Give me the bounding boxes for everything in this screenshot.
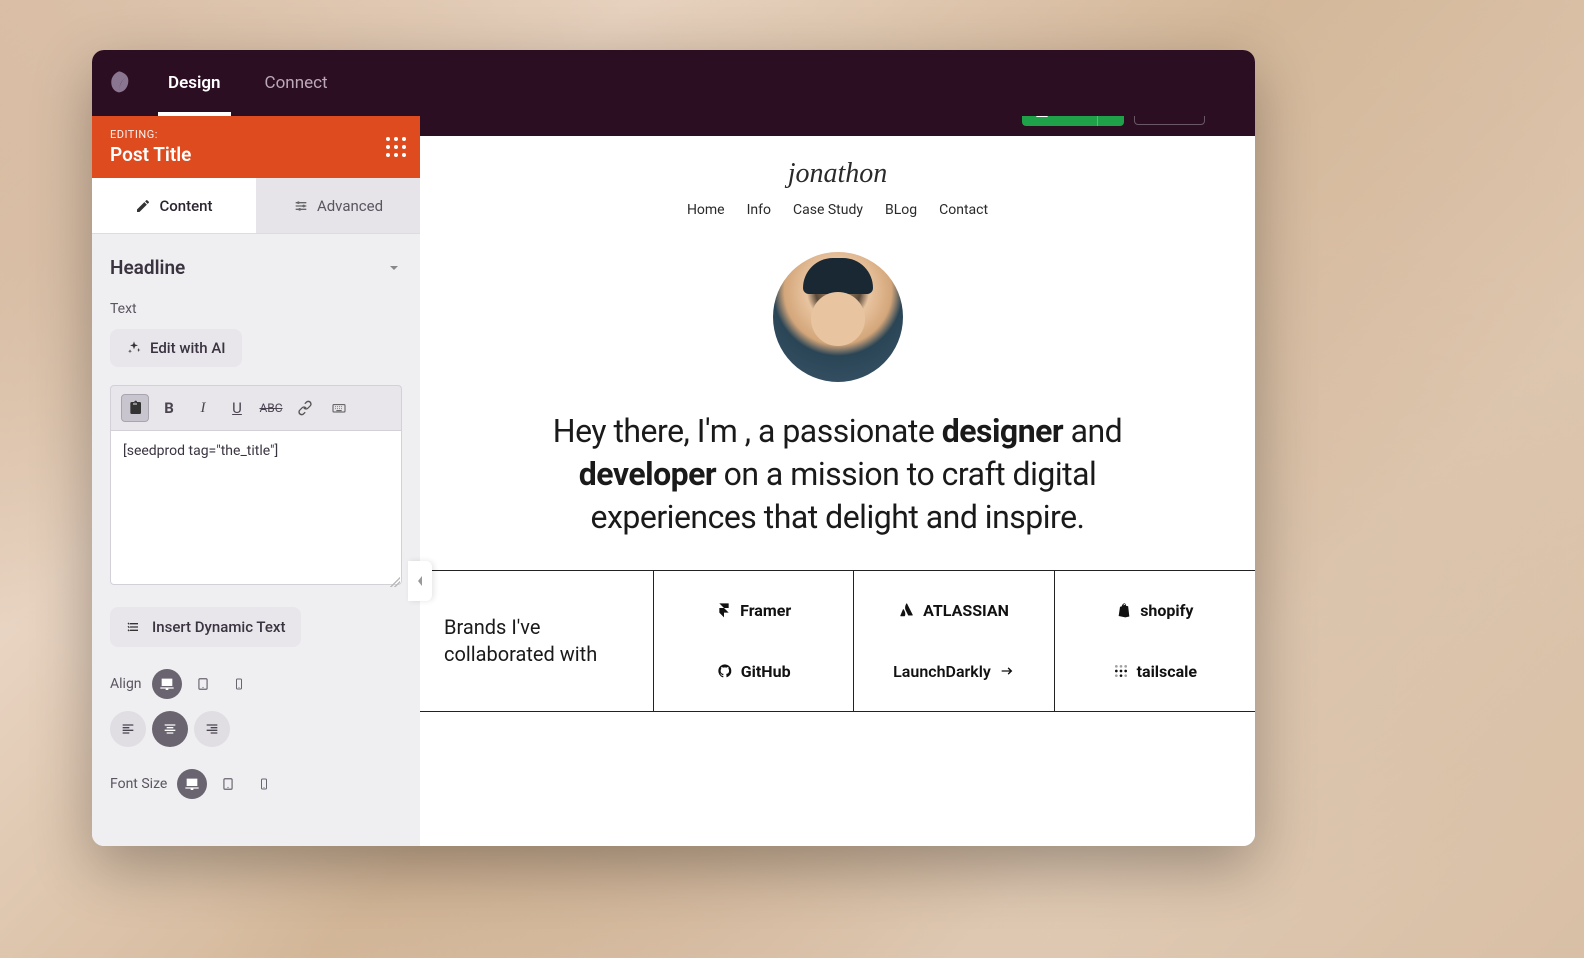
brand-atlassian: ATLASSIAN <box>899 601 1009 620</box>
edit-with-ai-button[interactable]: Edit with AI <box>110 329 242 367</box>
preview-area: Save Preview jonathon Home Info Case Stu… <box>420 86 1255 846</box>
leaf-icon <box>105 69 133 97</box>
fontsize-label: Font Size <box>110 776 167 792</box>
fontsize-row: Font Size <box>110 769 402 799</box>
brand-shopify: shopify <box>1116 601 1193 620</box>
hero-bold-1: designer <box>942 412 1063 450</box>
tool-clipboard[interactable] <box>121 394 149 422</box>
hero-headline: Hey there, I'm , a passionate designer a… <box>518 410 1158 570</box>
device-desktop[interactable] <box>152 669 182 699</box>
tab-advanced[interactable]: Advanced <box>256 178 420 234</box>
brands-section: Brands I've collaborated with Framer Git… <box>420 570 1255 711</box>
nav-case-study[interactable]: Case Study <box>793 202 863 218</box>
tab-connect[interactable]: Connect <box>243 50 350 116</box>
nav-contact[interactable]: Contact <box>939 202 988 218</box>
hero-pre: Hey there, I'm , a passionate <box>553 412 942 450</box>
align-label: Align <box>110 676 142 692</box>
desktop-icon <box>159 676 175 692</box>
fontsize-mobile[interactable] <box>249 769 279 799</box>
desktop-icon <box>184 776 200 792</box>
device-tablet[interactable] <box>188 669 218 699</box>
top-tabs: Design Connect <box>146 50 350 116</box>
nav-home[interactable]: Home <box>687 202 725 218</box>
mobile-icon <box>233 677 245 691</box>
tablet-icon <box>221 777 235 791</box>
brand-col-3: shopify tailscale <box>1055 571 1255 711</box>
topbar: Design Connect <box>92 50 1255 116</box>
editor-toolbar: B I U ABC <box>110 385 402 430</box>
section-headline[interactable]: Headline <box>110 256 402 279</box>
brand-col-1: Framer GitHub <box>654 571 854 711</box>
brand-github: GitHub <box>717 662 791 681</box>
align-right[interactable] <box>194 711 230 747</box>
divider <box>420 711 1255 735</box>
editing-banner: EDITING: Post Title <box>92 116 420 178</box>
drag-handle-icon[interactable] <box>386 137 406 157</box>
mobile-icon <box>258 777 270 791</box>
text-editor[interactable] <box>110 430 402 585</box>
keyboard-icon <box>331 400 347 416</box>
pencil-icon <box>135 198 151 214</box>
site-brand: jonathon <box>420 136 1255 190</box>
fontsize-tablet[interactable] <box>213 769 243 799</box>
tailscale-icon <box>1113 663 1129 679</box>
align-left[interactable] <box>110 711 146 747</box>
tool-keyboard[interactable] <box>325 394 353 422</box>
tool-link[interactable] <box>291 394 319 422</box>
tool-underline[interactable]: U <box>223 394 251 422</box>
link-icon <box>297 400 313 416</box>
nav-info[interactable]: Info <box>747 202 771 218</box>
sidebar-content: Headline Text Edit with AI B I U ABC <box>92 234 420 846</box>
hero-mid: and <box>1063 412 1122 450</box>
tab-content[interactable]: Content <box>92 178 256 234</box>
align-center[interactable] <box>152 711 188 747</box>
inner-tabs: Content Advanced <box>92 178 420 234</box>
fontsize-desktop[interactable] <box>177 769 207 799</box>
brand-col-2: ATLASSIAN LaunchDarkly <box>854 571 1054 711</box>
brand-tailscale: tailscale <box>1113 662 1197 681</box>
text-label: Text <box>110 301 402 317</box>
hero-bold-2: developer <box>579 455 716 493</box>
brand-framer: Framer <box>716 601 791 620</box>
framer-icon <box>716 602 732 618</box>
shopify-icon <box>1116 602 1132 618</box>
sparkles-icon <box>126 340 142 356</box>
sidebar: EDITING: Post Title Content Advanced Hea… <box>92 116 420 846</box>
site-canvas: jonathon Home Info Case Study BLog Conta… <box>420 136 1255 735</box>
align-center-icon <box>162 721 178 737</box>
chevron-down-icon <box>386 260 402 276</box>
nav-blog[interactable]: BLog <box>885 202 917 218</box>
tablet-icon <box>196 677 210 691</box>
align-buttons <box>110 711 402 747</box>
brand-launchdarkly: LaunchDarkly <box>893 662 1015 681</box>
arrow-right-icon <box>999 663 1015 679</box>
chevron-left-icon <box>415 574 425 588</box>
logo[interactable] <box>92 50 146 116</box>
tool-strike[interactable]: ABC <box>257 394 285 422</box>
list-icon <box>126 619 142 635</box>
atlassian-icon <box>899 602 915 618</box>
insert-dynamic-text-button[interactable]: Insert Dynamic Text <box>110 607 301 647</box>
align-left-icon <box>120 721 136 737</box>
device-mobile[interactable] <box>224 669 254 699</box>
avatar <box>773 252 903 382</box>
tab-design[interactable]: Design <box>146 50 243 116</box>
app-window: Design Connect Save Preview jonathon <box>92 50 1255 846</box>
sliders-icon <box>293 198 309 214</box>
editing-title: Post Title <box>110 143 402 166</box>
brands-label: Brands I've collaborated with <box>420 571 654 711</box>
align-right-icon <box>204 721 220 737</box>
tool-bold[interactable]: B <box>155 394 183 422</box>
editing-label: EDITING: <box>110 128 402 141</box>
site-nav: Home Info Case Study BLog Contact <box>420 202 1255 218</box>
github-icon <box>717 663 733 679</box>
tool-italic[interactable]: I <box>189 394 217 422</box>
sidebar-collapse-toggle[interactable] <box>408 561 432 601</box>
align-row: Align <box>110 669 402 699</box>
clipboard-icon <box>127 400 143 416</box>
